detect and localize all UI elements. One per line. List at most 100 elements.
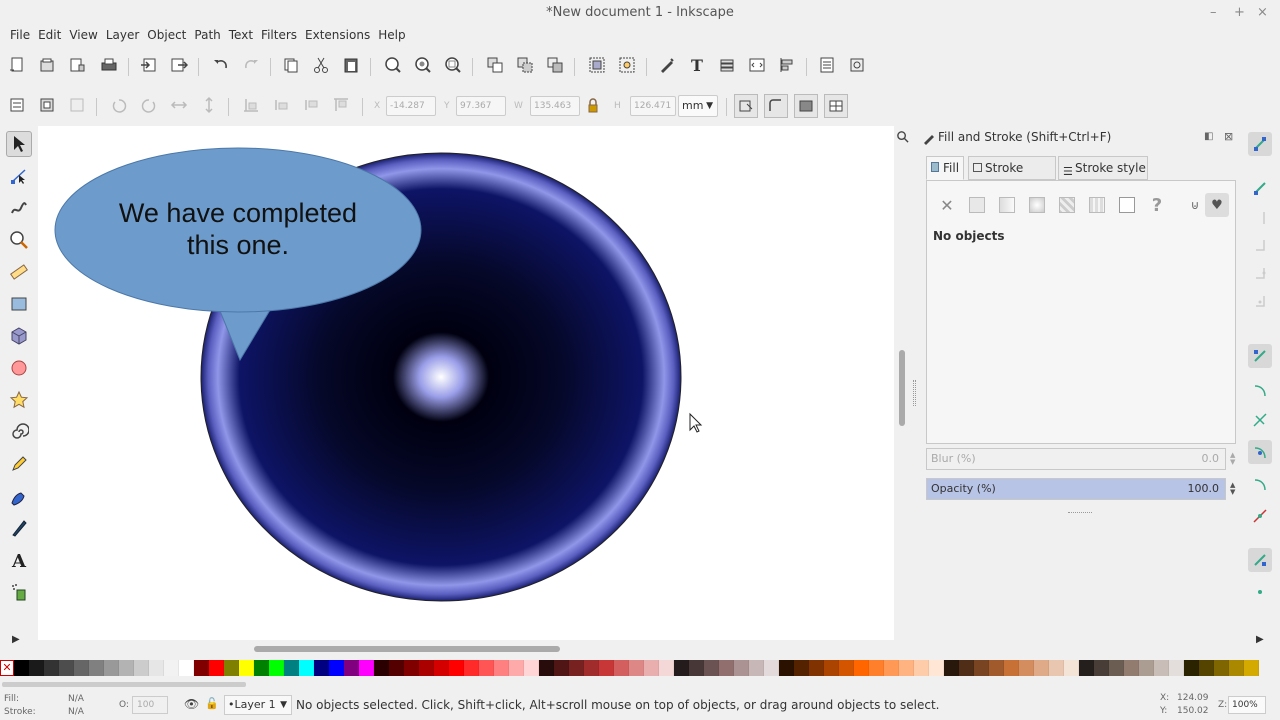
tab-stroke-paint[interactable]: Stroke paint [968,156,1056,197]
snap-midpoints-icon[interactable] [1248,504,1272,528]
spiral-tool-icon[interactable] [6,419,32,445]
palette-swatch[interactable] [839,660,854,676]
palette-swatch[interactable] [824,660,839,676]
palette-swatch[interactable] [419,660,434,676]
zoom-tool-icon[interactable] [6,227,32,253]
palette-swatch[interactable] [959,660,974,676]
node-tool-icon[interactable] [6,163,32,189]
palette-swatch[interactable] [1004,660,1019,676]
palette-swatch[interactable] [1229,660,1244,676]
palette-swatch[interactable] [254,660,269,676]
zoom-selection-icon[interactable] [382,54,404,76]
ellipse-tool-icon[interactable] [6,355,32,381]
move-patterns-icon[interactable] [824,94,848,118]
menu-text[interactable]: Text [225,26,257,44]
zoom-page-icon[interactable] [442,54,464,76]
menu-file[interactable]: File [6,26,34,44]
palette-swatch[interactable] [449,660,464,676]
palette-swatch[interactable] [1124,660,1139,676]
palette-swatch[interactable] [29,660,44,676]
tab-fill[interactable]: Fill [926,156,964,180]
palette-swatch[interactable] [629,660,644,676]
palette-swatch[interactable] [944,660,959,676]
snap-intersection-icon[interactable] [1248,408,1272,432]
palette-swatch[interactable] [704,660,719,676]
select-all-layers-icon[interactable] [36,94,58,116]
palette-swatch[interactable] [1184,660,1199,676]
ungroup-icon[interactable] [616,54,638,76]
menu-extensions[interactable]: Extensions [301,26,374,44]
zoom-corner-icon[interactable] [894,126,910,146]
opacity-status-input[interactable]: 100 [132,696,168,714]
palette-swatch[interactable] [1244,660,1259,676]
palette-swatch[interactable] [374,660,389,676]
horizontal-scrollbar[interactable] [38,640,910,658]
palette-swatch[interactable] [554,660,569,676]
palette-scrollbar[interactable] [0,680,1280,688]
palette-swatch[interactable] [524,660,539,676]
snap-bbox-edge-icon[interactable] [1248,206,1272,230]
deselect-icon[interactable] [66,94,88,116]
spray-tool-icon[interactable] [6,579,32,605]
scale-corners-icon[interactable] [764,94,788,118]
align-distribute-icon[interactable] [776,54,798,76]
pen-tool-icon[interactable] [6,483,32,509]
menu-object[interactable]: Object [143,26,190,44]
linear-gradient-icon[interactable] [995,193,1019,217]
flip-vertical-icon[interactable] [198,94,220,116]
palette-swatch[interactable] [1109,660,1124,676]
swatch-icon[interactable] [1085,193,1109,217]
dialog-close-icon[interactable]: ⊠ [1224,126,1233,148]
unit-select[interactable]: mm ▼ [678,95,718,117]
text-tool-icon[interactable]: A [6,547,32,573]
palette-swatch[interactable] [344,660,359,676]
text-font-icon[interactable]: T [686,54,708,76]
palette-swatch[interactable] [284,660,299,676]
snap-bbox-corner-icon[interactable] [1248,234,1272,258]
palette-swatch[interactable] [359,660,374,676]
palette-swatch[interactable] [644,660,659,676]
y-input[interactable]: 97.367 [456,96,506,116]
palette-swatch[interactable] [1199,660,1214,676]
palette-swatch[interactable] [734,660,749,676]
drawing-canvas[interactable]: We have completed this one. [38,126,894,640]
h-input[interactable]: 126.471 [630,96,676,116]
group-icon[interactable] [586,54,608,76]
palette-swatch[interactable] [719,660,734,676]
palette-swatch[interactable] [149,660,164,676]
fill-rule-nonzero-icon[interactable]: ♥ [1205,193,1229,217]
import-icon[interactable] [138,54,160,76]
menu-layer[interactable]: Layer [102,26,143,44]
palette-swatch[interactable] [1049,660,1064,676]
palette-swatch[interactable] [1154,660,1169,676]
menu-view[interactable]: View [65,26,101,44]
cut-icon[interactable] [310,54,332,76]
palette-swatch[interactable] [269,660,284,676]
vertical-scrollbar[interactable] [894,126,910,640]
palette-swatch[interactable] [599,660,614,676]
menu-edit[interactable]: Edit [34,26,65,44]
move-gradients-icon[interactable] [794,94,818,118]
palette-swatch[interactable] [1169,660,1184,676]
cmdbar-expand-icon[interactable]: ▶ [1256,634,1264,645]
palette-swatch[interactable] [659,660,674,676]
rotate-ccw-icon[interactable] [108,94,130,116]
palette-swatch[interactable] [104,660,119,676]
palette-swatch[interactable] [119,660,134,676]
palette-swatch[interactable] [74,660,89,676]
palette-swatch[interactable] [59,660,74,676]
3d-box-tool-icon[interactable] [6,323,32,349]
palette-swatch[interactable] [899,660,914,676]
panel-resize-handle[interactable] [1068,512,1092,513]
palette-swatch[interactable] [224,660,239,676]
no-paint-icon[interactable]: ✕ [935,193,959,217]
snap-paths-icon[interactable] [1248,378,1272,402]
zoom-input[interactable]: 100% [1228,696,1266,714]
opacity-spin-icon[interactable]: ▲ ▼ [1230,482,1235,496]
snap-cusp-nodes-icon[interactable] [1248,440,1272,464]
lock-icon[interactable] [582,95,604,117]
palette-swatch[interactable] [914,660,929,676]
w-input[interactable]: 135.463 [530,96,580,116]
new-document-icon[interactable] [6,54,28,76]
snap-bbox-icon[interactable] [1248,176,1272,200]
